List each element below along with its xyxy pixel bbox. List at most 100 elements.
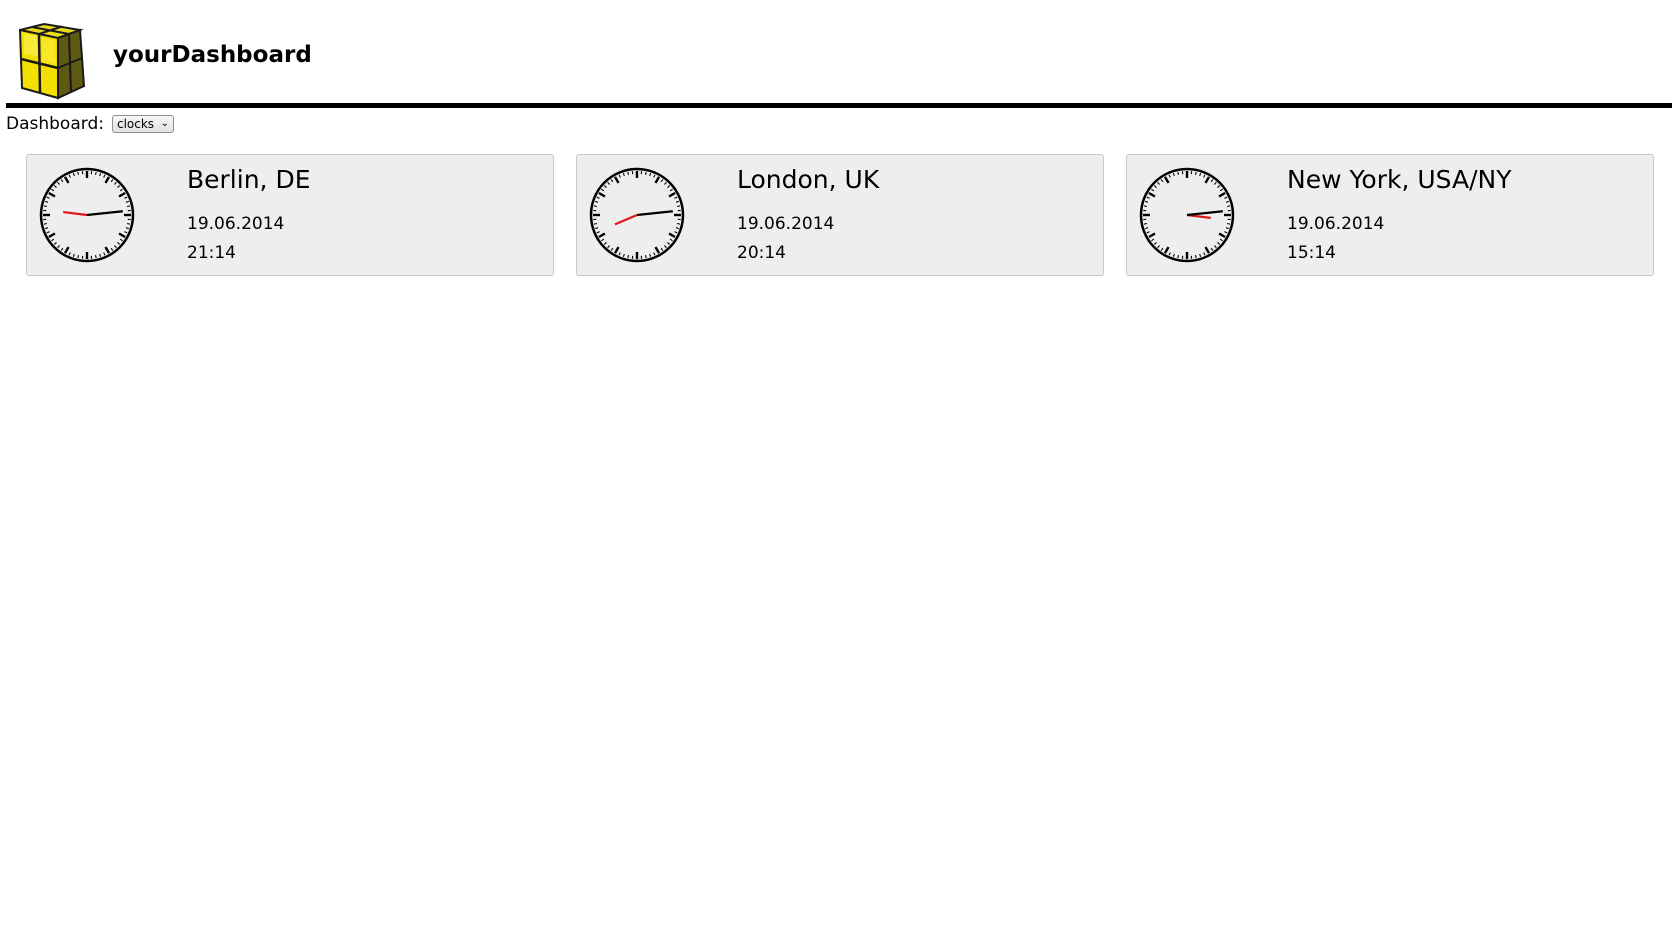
clock-tick	[622, 253, 625, 258]
clock-tick	[593, 205, 598, 208]
clock-tick	[1219, 238, 1223, 242]
clock-tick	[644, 254, 647, 259]
clock-tick	[1163, 246, 1170, 254]
clock-tick	[653, 252, 656, 256]
clock-tick	[676, 222, 681, 225]
clock-tick	[596, 231, 600, 234]
clock-tick	[1160, 247, 1164, 251]
clock-tick	[593, 222, 598, 225]
clock-tick	[1218, 232, 1226, 239]
clock-tick	[1177, 254, 1180, 259]
clock-tick	[1224, 196, 1228, 199]
clock-tick	[1177, 171, 1180, 176]
clock-tick	[48, 232, 56, 239]
clock-tick	[118, 191, 126, 198]
clock-tick	[114, 181, 117, 185]
clock-tick	[53, 242, 57, 245]
clock-tick	[124, 196, 128, 199]
clock-tick	[1204, 246, 1211, 254]
clock-tick	[1146, 196, 1150, 199]
clock-tick	[660, 247, 664, 251]
city-name: New York, USA/NY	[1287, 165, 1512, 194]
chevron-down-icon: ⌄	[160, 118, 169, 129]
clock-tick	[1204, 176, 1211, 184]
clock-tick	[1143, 205, 1148, 208]
clock-tick	[48, 191, 56, 198]
clock-time: 20:14	[737, 243, 786, 263]
clock-tick	[660, 179, 664, 183]
clock-tick	[596, 196, 600, 199]
clock-tick	[104, 176, 111, 184]
clock-tick	[1194, 171, 1197, 176]
clock-tick	[77, 171, 80, 176]
clock-tick	[1203, 252, 1206, 256]
clock-tick	[613, 176, 620, 184]
clock-tick	[43, 205, 48, 208]
clock-date: 19.06.2014	[1287, 214, 1385, 234]
clock-tick	[613, 246, 620, 254]
clock-tick	[125, 200, 130, 203]
clock-tick	[654, 246, 661, 254]
clock-tick	[622, 172, 625, 177]
clock-date: 19.06.2014	[187, 214, 285, 234]
clock-tick	[598, 232, 606, 239]
clock-tick	[44, 227, 49, 230]
clock-tick	[57, 245, 60, 249]
clock-tick	[1151, 238, 1155, 242]
clock-time: 21:14	[187, 243, 236, 263]
clock-tick	[674, 231, 678, 234]
clock-tick	[1153, 242, 1157, 245]
clock-tick	[103, 174, 106, 178]
clock-tick	[1143, 222, 1148, 225]
analog-clock-icon	[589, 167, 685, 263]
clock-tick	[627, 254, 630, 259]
dashboard-select[interactable]: clocks ⌄	[111, 115, 174, 133]
clock-tick	[114, 245, 117, 249]
clock-tick	[668, 232, 676, 239]
clock-tick	[601, 238, 605, 242]
clock-tick	[126, 205, 131, 208]
clock-tick	[594, 200, 599, 203]
clock-tick	[1172, 253, 1175, 258]
clock-tick	[72, 253, 75, 258]
clock-tick	[1199, 253, 1202, 258]
analog-clock-icon	[39, 167, 135, 263]
clock-tick	[1168, 252, 1171, 256]
clock-tick	[1226, 222, 1231, 225]
clock-tick	[110, 247, 114, 251]
clock-tick	[668, 191, 676, 198]
clock-tick	[1217, 242, 1221, 245]
clock-tick	[1157, 181, 1160, 185]
clock-tick	[649, 172, 652, 177]
clock-cards: Berlin, DE 19.06.2014 21:14 London, UK 1…	[26, 154, 1654, 276]
clock-tick	[104, 246, 111, 254]
clock-tick	[99, 253, 102, 258]
clock-tick	[94, 171, 97, 176]
clock-tick	[607, 181, 610, 185]
clock-tick	[649, 253, 652, 258]
clock-tick	[607, 245, 610, 249]
clock-tick	[1214, 181, 1217, 185]
dashboard-select-value: clocks	[116, 117, 155, 131]
clock-tick	[664, 181, 667, 185]
clock-tick	[60, 179, 64, 183]
clock-tick	[1210, 247, 1214, 251]
clock-tick	[653, 174, 656, 178]
analog-clock-icon	[1139, 167, 1235, 263]
clock-tick	[664, 245, 667, 249]
header: yourDashboard	[6, 0, 1672, 108]
clock-tick	[46, 196, 50, 199]
clock-tick	[126, 222, 131, 225]
clock-tick	[125, 227, 130, 230]
clock-tick	[44, 200, 49, 203]
clock-tick	[1218, 191, 1226, 198]
clock-tick	[53, 185, 57, 188]
page: yourDashboard Dashboard: clocks ⌄ Berlin…	[0, 0, 1678, 927]
clock-date: 19.06.2014	[737, 214, 835, 234]
clock-tick	[627, 171, 630, 176]
hour-hand	[614, 213, 638, 226]
dashboard-selector-row: Dashboard: clocks ⌄	[6, 112, 174, 136]
clock-tick	[68, 252, 71, 256]
clock-tick	[669, 188, 673, 192]
clock-tick	[1210, 179, 1214, 183]
